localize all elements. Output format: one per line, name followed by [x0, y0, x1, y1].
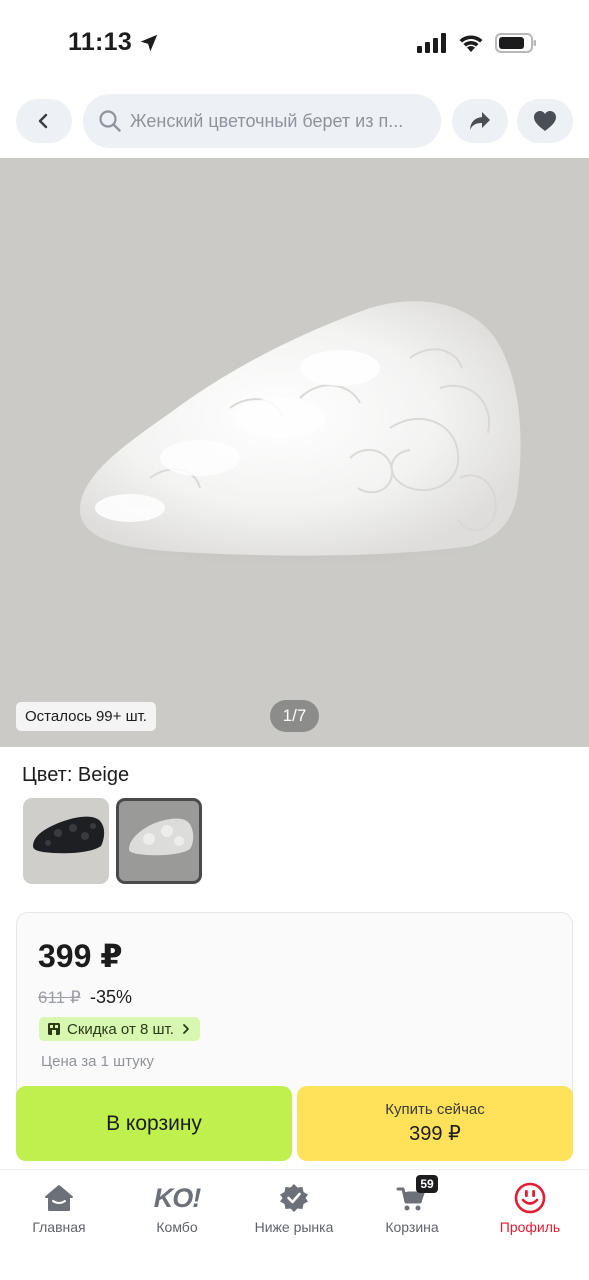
chevron-right-icon: [183, 1024, 189, 1034]
price-card: 399 ₽ 611 ₽ -35% Скидка от 8 шт. Цена за…: [16, 912, 573, 1112]
product-image: [70, 301, 530, 571]
tab-cart-label: Корзина: [385, 1219, 439, 1235]
clock: 11:13: [68, 28, 133, 56]
search-query: Женский цветочный берет из п...: [130, 110, 404, 131]
stock-badge: Осталось 99+ шт.: [16, 702, 156, 731]
current-price: 399 ₽: [38, 938, 123, 974]
product-gallery[interactable]: Осталось 99+ шт. 1/7: [0, 158, 589, 747]
tab-cart[interactable]: 59 Корзина: [353, 1175, 471, 1242]
old-price: 611 ₽: [38, 988, 81, 1007]
tab-combo-label: Комбо: [156, 1219, 198, 1235]
buy-now-label: Купить сейчас: [385, 1101, 485, 1118]
tab-home-label: Главная: [32, 1219, 86, 1235]
share-arrow-icon: [470, 112, 490, 130]
black-beret-thumbnail: [33, 816, 105, 854]
chevron-left-icon: [38, 113, 48, 129]
tab-below-market[interactable]: Ниже рынка: [235, 1182, 353, 1242]
status-bar: 11:13: [0, 0, 589, 80]
back-button[interactable]: [16, 99, 72, 143]
color-label: Цвет: Beige: [22, 764, 130, 786]
bottom-tab-bar: Главная KO! Комбо Ниже рынка 59 Корзина …: [0, 1169, 589, 1280]
buy-now-button[interactable]: Купить сейчас 399 ₽: [297, 1086, 573, 1161]
bulk-discount-label: Скидка от 8 шт.: [67, 1020, 174, 1038]
top-nav: Женский цветочный берет из п...: [16, 94, 573, 148]
tab-home[interactable]: Главная: [0, 1182, 118, 1242]
tab-profile-label: Профиль: [499, 1219, 561, 1235]
store-icon: [48, 1023, 60, 1035]
home-icon: [45, 1185, 73, 1211]
bulk-discount-chip[interactable]: Скидка от 8 шт.: [39, 1017, 200, 1041]
buy-now-price: 399 ₽: [409, 1123, 461, 1145]
search-icon: [99, 110, 121, 132]
discount-percent: -35%: [90, 987, 133, 1007]
status-time: 11:13: [68, 28, 160, 57]
beige-beret-thumbnail: [129, 818, 194, 856]
tab-below-market-label: Ниже рынка: [254, 1219, 334, 1235]
tab-profile[interactable]: Профиль: [471, 1182, 589, 1242]
combo-logo-icon: KO!: [153, 1182, 201, 1213]
color-swatch-black[interactable]: [23, 798, 109, 884]
heart-icon: [534, 111, 556, 131]
status-indicators: [417, 32, 537, 54]
cart-count-badge: 59: [416, 1175, 438, 1193]
verified-badge-icon: [280, 1184, 308, 1212]
tab-combo[interactable]: KO! Комбо: [118, 1182, 236, 1242]
color-swatch-beige[interactable]: [116, 798, 202, 884]
location-arrow-icon: [140, 34, 158, 51]
battery-icon: [495, 33, 536, 53]
add-to-cart-button[interactable]: В корзину: [16, 1086, 292, 1161]
wifi-icon: [459, 35, 483, 52]
share-button[interactable]: [452, 99, 508, 143]
product-page: 11:13 Женский цветочный берет из п... Ос…: [0, 0, 589, 1280]
price-note: Цена за 1 штуку: [41, 1053, 154, 1070]
search-bar[interactable]: Женский цветочный берет из п...: [83, 94, 441, 148]
smiley-profile-icon: [514, 1182, 546, 1214]
cellular-signal-icon: [417, 33, 446, 53]
favorite-button[interactable]: [517, 99, 573, 143]
gallery-counter: 1/7: [270, 700, 319, 732]
